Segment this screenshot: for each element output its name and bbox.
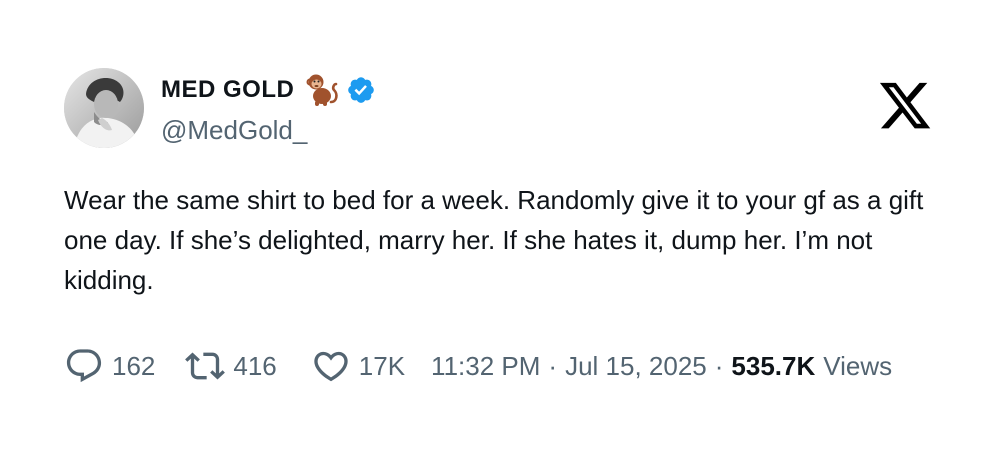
- separator: ·: [548, 350, 558, 381]
- like-button[interactable]: 17K: [311, 346, 405, 386]
- tweet-date[interactable]: Jul 15, 2025: [565, 351, 707, 382]
- author-name-row[interactable]: MED GOLD: [161, 70, 376, 110]
- display-name[interactable]: MED GOLD: [161, 70, 294, 110]
- retweet-button[interactable]: 416: [185, 346, 277, 386]
- separator: ·: [714, 350, 724, 381]
- retweet-icon: [185, 346, 226, 386]
- views-label: Views: [823, 350, 893, 381]
- views-count: 535.7K: [731, 350, 816, 381]
- avatar[interactable]: [64, 68, 144, 148]
- x-logo-icon[interactable]: [877, 82, 933, 134]
- monkey-icon: [304, 72, 340, 108]
- tweet-card: MED GOLD @MedGold_ Wear the same shirt t…: [0, 0, 996, 450]
- like-count: 17K: [358, 350, 406, 381]
- reply-icon: [64, 346, 104, 386]
- retweet-count: 416: [233, 350, 277, 381]
- author-handle[interactable]: @MedGold_: [161, 112, 307, 148]
- heart-icon: [311, 346, 351, 386]
- tweet-time[interactable]: 11:32 PM: [431, 351, 540, 382]
- verified-badge-icon[interactable]: [346, 75, 376, 105]
- reply-count: 162: [112, 350, 156, 381]
- tweet-footer: 162 416 17K 11:32 PM · Jul 15, 2025 · 53…: [64, 346, 892, 386]
- reply-button[interactable]: 162: [64, 346, 155, 386]
- tweet-text: Wear the same shirt to bed for a week. R…: [64, 185, 924, 295]
